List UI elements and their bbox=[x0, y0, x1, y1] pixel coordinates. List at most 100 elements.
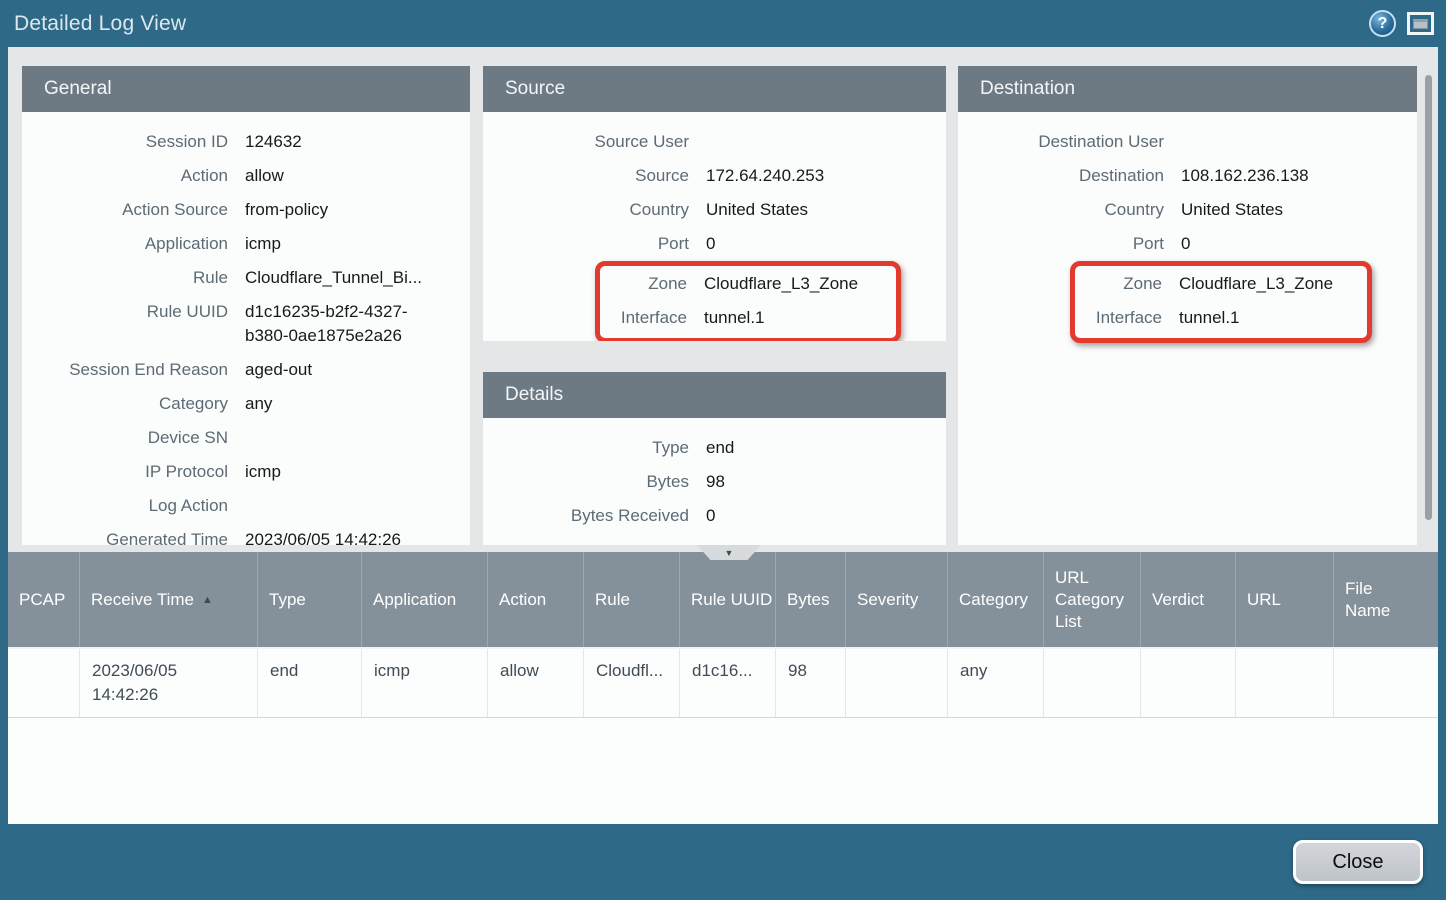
field-label: Log Action bbox=[22, 494, 228, 518]
col-header-verdict[interactable]: Verdict bbox=[1141, 552, 1236, 647]
field-value: 124632 bbox=[245, 130, 302, 154]
field-label: Category bbox=[22, 392, 228, 416]
field-row-generated-time: Generated Time 2023/06/05 14:42:26 bbox=[22, 523, 470, 545]
sort-asc-icon: ▲ bbox=[202, 589, 213, 611]
field-row-log-action: Log Action bbox=[22, 489, 470, 523]
cell-severity bbox=[846, 649, 948, 717]
field-label: Interface bbox=[600, 306, 687, 330]
col-header-rule-uuid[interactable]: Rule UUID bbox=[680, 552, 776, 647]
field-row-action: Actionallow bbox=[22, 159, 470, 193]
table-header-row: PCAP Receive Time ▲ Type Application Action Ru… bbox=[8, 552, 1438, 647]
field-label: Country bbox=[958, 198, 1164, 222]
field-value: Cloudflare_Tunnel_Bi... bbox=[245, 266, 422, 290]
col-header-label: Receive Time bbox=[91, 589, 194, 611]
col-header-label: Type bbox=[269, 589, 306, 611]
field-row-source-user: Source User bbox=[483, 125, 946, 159]
field-label: Destination bbox=[958, 164, 1164, 188]
field-row-interface: Interfacetunnel.1 bbox=[1075, 301, 1367, 335]
close-button[interactable]: Close bbox=[1293, 840, 1423, 884]
col-header-file-name[interactable]: File Name bbox=[1334, 552, 1438, 647]
cell-bytes: 98 bbox=[776, 649, 846, 717]
field-row-bytes-received: Bytes Received0 bbox=[483, 499, 946, 533]
col-header-action[interactable]: Action bbox=[488, 552, 584, 647]
red-highlight-box: ZoneCloudflare_L3_ZoneInterfacetunnel.1 bbox=[595, 261, 901, 341]
destination-panel: Destination Destination User Destination1… bbox=[958, 66, 1417, 545]
cell-application: icmp bbox=[362, 649, 488, 717]
help-icon[interactable]: ? bbox=[1369, 10, 1396, 37]
field-value: 0 bbox=[706, 232, 715, 256]
col-header-bytes[interactable]: Bytes bbox=[776, 552, 846, 647]
field-label: Port bbox=[483, 232, 689, 256]
destination-panel-body: Destination User Destination108.162.236.1… bbox=[958, 112, 1417, 545]
source-panel-body: Source User Source 172.64.240.253 Country Un… bbox=[483, 112, 946, 341]
cell-rule-uuid: d1c16... bbox=[680, 649, 776, 717]
field-value: 172.64.240.253 bbox=[706, 164, 824, 188]
field-row-bytes: Bytes98 bbox=[483, 465, 946, 499]
col-header-label: Action bbox=[499, 589, 546, 611]
field-row-destination-user: Destination User bbox=[958, 125, 1417, 159]
field-row-country: Country United States bbox=[958, 193, 1417, 227]
cell-receive-time: 2023/06/05 14:42:26 bbox=[80, 649, 258, 717]
col-header-label: Application bbox=[373, 589, 456, 611]
table-row[interactable]: 2023/06/05 14:42:26endicmpallowCloudfl..… bbox=[8, 647, 1438, 718]
field-row-type: Typeend bbox=[483, 431, 946, 465]
field-value: from-policy bbox=[245, 198, 328, 222]
field-row-rule: Rule Cloudflare_Tunnel_Bi... bbox=[22, 261, 470, 295]
col-header-type[interactable]: Type bbox=[258, 552, 362, 647]
field-value: d1c16235-b2f2-4327-b380-0ae1875e2a26 bbox=[245, 300, 440, 348]
field-label: Action bbox=[22, 164, 228, 188]
col-header-label: PCAP bbox=[19, 589, 65, 611]
field-value: 98 bbox=[706, 470, 725, 494]
field-label: Source bbox=[483, 164, 689, 188]
field-label: Zone bbox=[600, 272, 687, 296]
field-row-application: Applicationicmp bbox=[22, 227, 470, 261]
field-label: Destination User bbox=[958, 130, 1164, 154]
field-row-zone: Zone Cloudflare_L3_Zone bbox=[600, 267, 896, 301]
table-body: 2023/06/05 14:42:26endicmpallowCloudfl..… bbox=[8, 647, 1438, 718]
col-header-label: URL bbox=[1247, 589, 1281, 611]
field-value: United States bbox=[1181, 198, 1283, 222]
cell-type: end bbox=[258, 649, 362, 717]
details-panel: Details TypeendBytes98Bytes Received0 bbox=[483, 372, 946, 545]
titlebar-icons: ? bbox=[1369, 10, 1434, 37]
field-value: Cloudflare_L3_Zone bbox=[704, 272, 858, 296]
col-header-label: Rule bbox=[595, 589, 630, 611]
field-label: Rule UUID bbox=[22, 300, 228, 348]
dialog-footer: Close bbox=[0, 824, 1446, 900]
col-header-label: Category bbox=[959, 589, 1028, 611]
col-header-label: Severity bbox=[857, 589, 918, 611]
col-header-label: URL Category List bbox=[1055, 567, 1140, 633]
col-header-url[interactable]: URL bbox=[1236, 552, 1334, 647]
field-label: Generated Time bbox=[22, 528, 228, 545]
col-header-url-category-list[interactable]: URL Category List bbox=[1044, 552, 1141, 647]
col-header-application[interactable]: Application bbox=[362, 552, 488, 647]
field-label: Application bbox=[22, 232, 228, 256]
window-icon-inner bbox=[1413, 19, 1428, 29]
field-row-destination: Destination108.162.236.138 bbox=[958, 159, 1417, 193]
field-label: Session ID bbox=[22, 130, 228, 154]
col-header-category[interactable]: Category bbox=[948, 552, 1044, 647]
field-value: 2023/06/05 14:42:26 bbox=[245, 528, 401, 545]
field-label: Rule bbox=[22, 266, 228, 290]
field-value: United States bbox=[706, 198, 808, 222]
field-value: any bbox=[245, 392, 272, 416]
col-header-rule[interactable]: Rule bbox=[584, 552, 680, 647]
window-icon[interactable] bbox=[1407, 12, 1434, 35]
vertical-scrollbar-thumb[interactable] bbox=[1425, 75, 1432, 520]
red-highlight-box: ZoneCloudflare_L3_ZoneInterfacetunnel.1 bbox=[1070, 261, 1372, 343]
field-value: end bbox=[706, 436, 734, 460]
col-header-pcap[interactable]: PCAP bbox=[8, 552, 80, 647]
col-header-severity[interactable]: Severity bbox=[846, 552, 948, 647]
col-header-receive-time[interactable]: Receive Time ▲ bbox=[80, 552, 258, 647]
destination-panel-header: Destination bbox=[958, 66, 1417, 112]
field-row-ip-protocol: IP Protocolicmp bbox=[22, 455, 470, 489]
field-row-category: Category any bbox=[22, 387, 470, 421]
cell-url bbox=[1236, 649, 1334, 717]
field-label: Country bbox=[483, 198, 689, 222]
general-panel-header: General bbox=[22, 66, 470, 112]
col-header-label: Rule UUID bbox=[691, 589, 772, 611]
cell-category: any bbox=[948, 649, 1044, 717]
details-panel-header: Details bbox=[483, 372, 946, 418]
field-label: Port bbox=[958, 232, 1164, 256]
field-value: Cloudflare_L3_Zone bbox=[1179, 272, 1333, 296]
